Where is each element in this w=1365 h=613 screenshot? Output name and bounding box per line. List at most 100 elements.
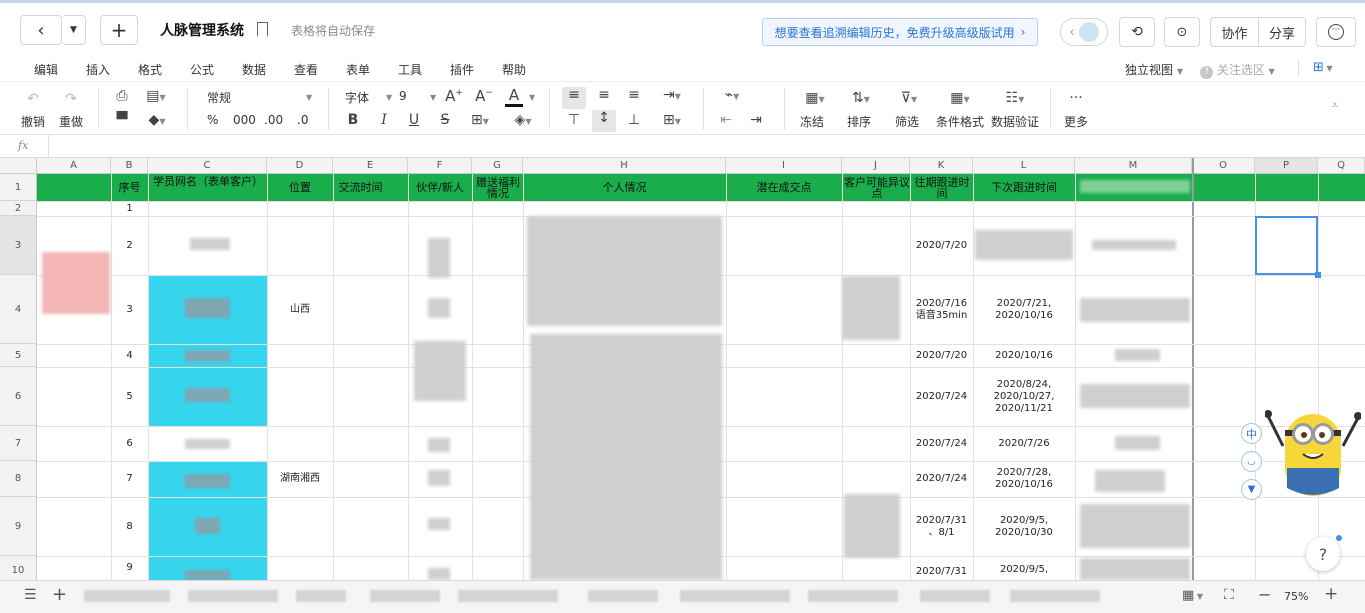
column-header-g[interactable]: G (472, 158, 523, 174)
row-header-6[interactable]: 6 (0, 367, 37, 426)
sheet-tab[interactable] (188, 590, 278, 602)
past-follow-cell[interactable]: 2020/7/24 (910, 367, 973, 426)
selected-cell[interactable] (1255, 216, 1318, 275)
rotate-text-icon[interactable]: ⌁▼ (716, 87, 748, 103)
italic-icon[interactable]: I (376, 112, 392, 128)
menu-form[interactable]: 表单 (346, 61, 370, 78)
eraser-icon[interactable]: ◆▼ (142, 112, 172, 128)
format-painter-icon[interactable]: ▀ (112, 112, 132, 128)
select-all-corner[interactable] (0, 158, 37, 174)
present-button[interactable]: ⊙ (1164, 17, 1200, 47)
font-size-select[interactable]: 9 (399, 89, 407, 103)
column-header-c[interactable]: C (148, 158, 267, 174)
row-header-7[interactable]: 7 (0, 426, 37, 461)
indent-decrease-icon[interactable]: ⇤ (716, 112, 736, 128)
collapse-toolbar-icon[interactable]: ⩡ (1326, 98, 1344, 113)
menu-data[interactable]: 数据 (242, 61, 266, 78)
history-dropdown-button[interactable]: ▼ (62, 15, 86, 45)
next-follow-cell[interactable]: 2020/7/28, 2020/10/16 (973, 461, 1075, 497)
font-grow-icon[interactable]: A+ (444, 87, 464, 105)
freeze-icon[interactable]: ▦▼ (800, 90, 830, 106)
language-toggle[interactable]: 中 (1241, 423, 1262, 444)
menu-tools[interactable]: 工具 (398, 61, 422, 78)
undo-icon[interactable]: ↶ (22, 91, 44, 107)
wrap-text-icon[interactable]: ⇥▼ (656, 87, 688, 103)
shirt-icon[interactable]: ▼ (1241, 479, 1262, 500)
row-header-10[interactable]: 10 (0, 556, 37, 580)
redo-label[interactable]: 重做 (59, 113, 83, 130)
menu-help[interactable]: 帮助 (502, 61, 526, 78)
freeze-pane-divider[interactable] (1192, 158, 1194, 580)
location-cell[interactable]: 湖南湘西 (267, 461, 333, 497)
conditional-format-label[interactable]: 条件格式 (936, 113, 984, 130)
mascot-minion-icon[interactable] (1264, 406, 1362, 502)
header-location[interactable]: 位置 (267, 174, 333, 201)
seq-cell[interactable]: 2 (111, 216, 148, 275)
collab-button[interactable]: 协作 (1210, 17, 1258, 47)
seq-cell[interactable]: 7 (111, 461, 148, 497)
seq-cell[interactable]: 8 (111, 497, 148, 556)
row-header-3[interactable]: 3 (0, 216, 37, 275)
next-follow-cell[interactable]: 2020/9/5, (973, 560, 1075, 580)
bookmark-icon[interactable] (257, 22, 268, 36)
seq-cell[interactable]: 5 (111, 367, 148, 426)
valign-top-icon[interactable]: ⊤ (564, 112, 584, 128)
caret-down-icon[interactable]: ▼ (306, 93, 312, 102)
align-left-icon[interactable]: ≡ (562, 87, 586, 109)
caret-down-icon[interactable]: ▼ (430, 93, 436, 102)
row-header-2[interactable]: 2 (0, 201, 37, 216)
column-header-a[interactable]: A (37, 158, 111, 174)
undo-label[interactable]: 撤销 (21, 113, 45, 130)
doc-tools-icon[interactable]: ⊞ ▼ (1313, 60, 1333, 75)
menu-edit[interactable]: 编辑 (34, 61, 58, 78)
column-header-m[interactable]: M (1075, 158, 1192, 174)
column-header-k[interactable]: K (910, 158, 973, 174)
view-mode-icon[interactable]: ▦ ▼ (1182, 588, 1203, 603)
thousands-button[interactable]: 000 (233, 113, 256, 127)
print-icon[interactable]: ⎙ (112, 88, 132, 104)
sheet-list-icon[interactable]: ☰ (24, 587, 37, 603)
border-icon[interactable]: ⊞▼ (466, 112, 494, 128)
column-header-h[interactable]: H (523, 158, 726, 174)
column-header-b[interactable]: B (111, 158, 148, 174)
past-follow-cell[interactable]: 2020/7/24 (910, 461, 973, 497)
menu-plugins[interactable]: 插件 (450, 61, 474, 78)
filter-icon[interactable]: ⊽▼ (894, 90, 924, 106)
header-personal[interactable]: 个人情况 (523, 174, 726, 201)
redo-icon[interactable]: ↷ (60, 91, 82, 107)
header-seq[interactable]: 序号 (111, 174, 148, 201)
next-follow-cell[interactable]: 2020/7/26 (973, 426, 1075, 461)
align-right-icon[interactable]: ≡ (624, 87, 644, 103)
sheet-tab[interactable] (1010, 590, 1100, 602)
data-validation-icon[interactable]: ☷▼ (1000, 90, 1030, 106)
menu-view[interactable]: 查看 (294, 61, 318, 78)
zoom-level[interactable]: 75% (1284, 590, 1308, 603)
next-follow-cell[interactable]: 2020/9/5, 2020/10/30 (973, 497, 1075, 556)
sheet-tab[interactable] (296, 590, 346, 602)
menu-format[interactable]: 格式 (138, 61, 162, 78)
past-follow-cell[interactable]: 2020/7/31 、8/1 (910, 497, 973, 556)
next-follow-cell[interactable]: 2020/10/16 (973, 344, 1075, 367)
next-follow-cell[interactable]: 2020/8/24, 2020/10/27, 2020/11/21 (973, 367, 1075, 426)
filter-label[interactable]: 筛选 (895, 113, 919, 130)
freeze-label[interactable]: 冻结 (800, 113, 824, 130)
header-potential[interactable]: 潜在成交点 (726, 174, 842, 201)
new-button[interactable]: + (100, 15, 138, 45)
sheet-tab[interactable] (84, 590, 170, 602)
row-header-8[interactable]: 8 (0, 461, 37, 497)
bold-icon[interactable]: B (345, 112, 361, 128)
decimal-increase-button[interactable]: .00 (264, 113, 283, 127)
column-header-e[interactable]: E (333, 158, 408, 174)
formula-input[interactable] (52, 135, 1352, 157)
column-header-f[interactable]: F (408, 158, 472, 174)
sheet-tab[interactable] (370, 590, 440, 602)
column-header-p[interactable]: P (1255, 158, 1318, 174)
row-header-5[interactable]: 5 (0, 344, 37, 367)
sheet-grid[interactable]: A B C D E F G H I J K L M O P Q 1 2 3 4 … (0, 158, 1365, 580)
sheet-tab[interactable] (680, 590, 790, 602)
next-follow-cell[interactable]: 2020/7/21, 2020/10/16 (973, 275, 1075, 344)
align-center-icon[interactable]: ≡ (594, 87, 614, 103)
sort-icon[interactable]: ⇅▼ (846, 90, 876, 106)
decimal-decrease-button[interactable]: .0 (297, 113, 308, 127)
follow-selection-toggle[interactable]: ? 关注选区 ▼ (1200, 61, 1275, 79)
